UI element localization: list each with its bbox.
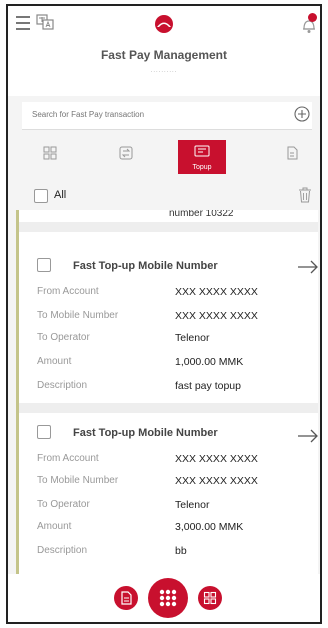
search-input[interactable] xyxy=(32,110,272,119)
row-value: 3,000.00 MMK xyxy=(175,521,244,533)
row-label: To Operator xyxy=(37,499,90,510)
card-title: Fast Top-up Mobile Number xyxy=(73,427,218,439)
grid-icon xyxy=(43,146,57,160)
bottom-nav xyxy=(8,574,320,622)
row-label: To Operator xyxy=(37,332,90,343)
page-subtitle: .......... xyxy=(150,68,178,74)
card-checkbox[interactable] xyxy=(37,425,51,439)
menu-icon[interactable] xyxy=(16,16,30,30)
bill-icon xyxy=(287,146,298,160)
row-value: XXX XXXX XXXX xyxy=(175,286,258,298)
transfer-icon xyxy=(119,146,133,160)
card-title: Fast Top-up Mobile Number xyxy=(73,260,218,272)
arrow-right-icon[interactable] xyxy=(297,260,318,274)
row-label: From Account xyxy=(37,453,99,464)
app-screen: Fast Pay Management .......... Search fo… xyxy=(6,4,322,624)
row-label: To Mobile Number xyxy=(37,475,119,486)
tab-topup[interactable]: Topup xyxy=(178,140,226,174)
search-bar xyxy=(22,102,312,130)
transaction-list: number 10322 Fast Top-up Mobile Number F… xyxy=(16,210,318,576)
qr-grid-icon xyxy=(203,591,217,605)
row-label: Amount xyxy=(37,521,72,532)
tab-grid[interactable] xyxy=(26,140,74,174)
transaction-card[interactable]: Fast Top-up Mobile Number From Account X… xyxy=(19,236,318,406)
apps-menu-button[interactable] xyxy=(148,578,188,618)
row-value: fast pay topup xyxy=(175,380,241,392)
card-checkbox[interactable] xyxy=(37,258,51,272)
tab-bill[interactable] xyxy=(268,140,316,174)
qr-button[interactable] xyxy=(198,586,222,610)
row-label: Amount xyxy=(37,356,72,367)
document-icon xyxy=(121,591,132,605)
language-icon[interactable] xyxy=(36,13,54,31)
row-label: To Mobile Number xyxy=(37,310,119,321)
row-label: Description xyxy=(37,380,88,391)
card-separator xyxy=(19,403,318,413)
tab-transfer[interactable] xyxy=(102,140,150,174)
select-all-label: All xyxy=(54,189,67,201)
header: Fast Pay Management .......... xyxy=(8,6,320,96)
row-value: XXX XXXX XXXX xyxy=(175,475,258,487)
arrow-right-icon[interactable] xyxy=(297,429,318,443)
bank-logo-icon xyxy=(155,15,173,33)
tab-topup-label: Topup xyxy=(192,164,212,171)
previous-item-tail: number 10322 xyxy=(169,210,234,219)
row-label: Description xyxy=(37,545,88,556)
row-value: XXX XXXX XXXX xyxy=(175,453,258,465)
row-value: bb xyxy=(175,545,187,557)
trash-icon[interactable] xyxy=(298,187,312,203)
document-button[interactable] xyxy=(114,586,138,610)
category-tabs: Topup xyxy=(22,140,312,174)
row-label: From Account xyxy=(37,286,99,297)
apps-grid-icon xyxy=(159,589,177,607)
select-all-checkbox[interactable] xyxy=(34,189,48,203)
row-value: XXX XXXX XXXX xyxy=(175,310,258,322)
notification-badge xyxy=(308,13,317,22)
card-separator xyxy=(19,222,318,232)
topup-icon xyxy=(194,145,210,157)
row-value: Telenor xyxy=(175,332,210,344)
row-value: 1,000.00 MMK xyxy=(175,356,244,368)
page-title: Fast Pay Management xyxy=(100,48,228,62)
select-all-row: All xyxy=(22,184,312,208)
row-value: Telenor xyxy=(175,499,210,511)
add-icon[interactable] xyxy=(294,106,310,122)
transaction-card[interactable]: Fast Top-up Mobile Number From Account X… xyxy=(19,413,318,576)
